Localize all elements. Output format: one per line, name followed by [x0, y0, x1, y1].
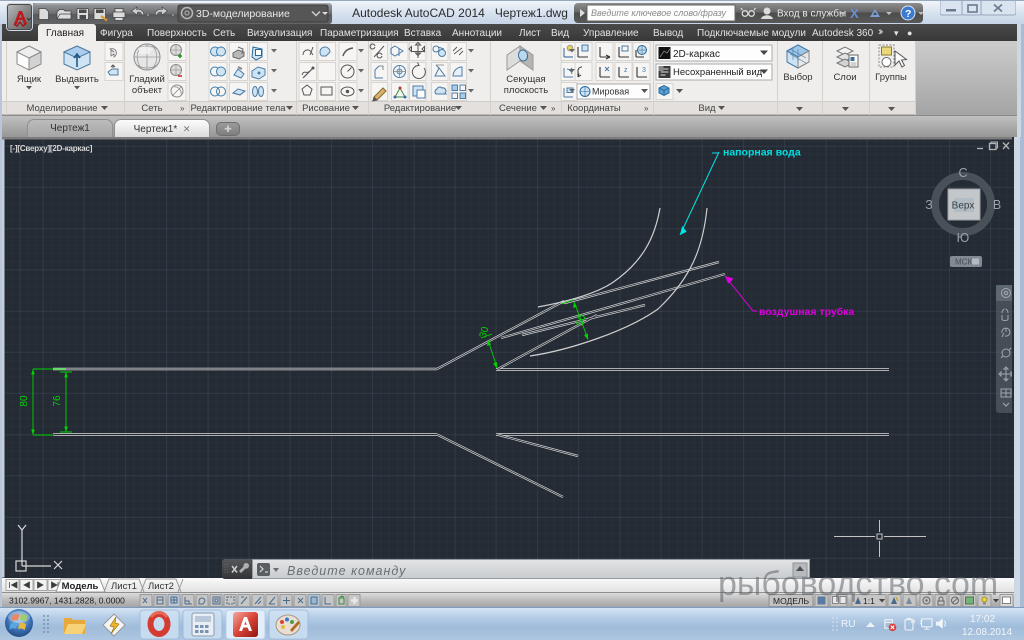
svg-text:плоскость: плоскость — [504, 85, 548, 96]
svg-text:76: 76 — [52, 395, 63, 407]
svg-text:Модель: Модель — [62, 581, 99, 592]
svg-text:Секущая: Секущая — [506, 74, 545, 85]
svg-text:объект: объект — [132, 85, 163, 96]
svg-text:напорная вода: напорная вода — [723, 147, 801, 159]
svg-text:Координаты: Координаты — [567, 103, 621, 114]
svg-text:Вход в службы: Вход в службы — [777, 8, 846, 20]
svg-text:Вид: Вид — [698, 103, 716, 114]
svg-text:Моделирование: Моделирование — [26, 103, 97, 114]
svg-text:Сеть: Сеть — [141, 103, 162, 114]
svg-text:2D-каркас: 2D-каркас — [673, 49, 720, 60]
svg-text:Лист2: Лист2 — [148, 581, 174, 592]
svg-text:МСК: МСК — [955, 258, 972, 267]
svg-text:30: 30 — [478, 325, 492, 339]
svg-text:Лист1: Лист1 — [111, 581, 137, 592]
svg-text:Гладкий: Гладкий — [129, 74, 165, 85]
svg-text:Редактирование тела: Редактирование тела — [190, 103, 286, 114]
svg-text:Введите ключевое слово/фразу: Введите ключевое слово/фразу — [591, 8, 727, 18]
svg-text:Введите команду: Введите команду — [287, 564, 406, 578]
svg-text:3D-моделирование: 3D-моделирование — [196, 8, 290, 20]
svg-text:3: 3 — [642, 67, 646, 74]
svg-text:Слои: Слои — [833, 72, 856, 83]
svg-text:80: 80 — [19, 395, 30, 407]
svg-text:С: С — [958, 166, 967, 180]
svg-text:z: z — [624, 67, 628, 74]
svg-text:Сечение: Сечение — [499, 103, 537, 114]
svg-text:»: » — [644, 104, 649, 113]
svg-text:Верх: Верх — [952, 201, 975, 212]
svg-text:12.08.2014: 12.08.2014 — [962, 627, 1012, 638]
svg-text:3102.9967, 1431.2828, 0.0000: 3102.9967, 1431.2828, 0.0000 — [9, 596, 125, 606]
svg-text:»: » — [180, 104, 185, 113]
svg-text:Редактирование: Редактирование — [384, 103, 456, 114]
svg-text:Ю: Ю — [957, 231, 970, 245]
svg-text:Выдавить: Выдавить — [55, 74, 99, 85]
svg-text:?: ? — [905, 8, 911, 20]
svg-text:[-][Сверху][2D-каркас]: [-][Сверху][2D-каркас] — [10, 144, 93, 153]
svg-text:Ящик: Ящик — [17, 74, 42, 85]
svg-text:Несохраненный вид: Несохраненный вид — [673, 67, 763, 78]
svg-text:RU: RU — [841, 619, 855, 630]
svg-text:Мировая: Мировая — [592, 87, 629, 97]
svg-text:Группы: Группы — [875, 72, 907, 83]
svg-text:X: X — [850, 6, 859, 21]
svg-text:В: В — [993, 198, 1001, 212]
svg-text:Рисование: Рисование — [302, 103, 350, 114]
svg-text:воздушная трубка: воздушная трубка — [759, 306, 854, 318]
svg-text:17:02: 17:02 — [970, 614, 995, 625]
svg-text:Выбор: Выбор — [783, 72, 812, 83]
svg-text:З: З — [925, 198, 933, 212]
svg-text:50: 50 — [575, 313, 589, 327]
svg-text:»: » — [551, 104, 556, 113]
